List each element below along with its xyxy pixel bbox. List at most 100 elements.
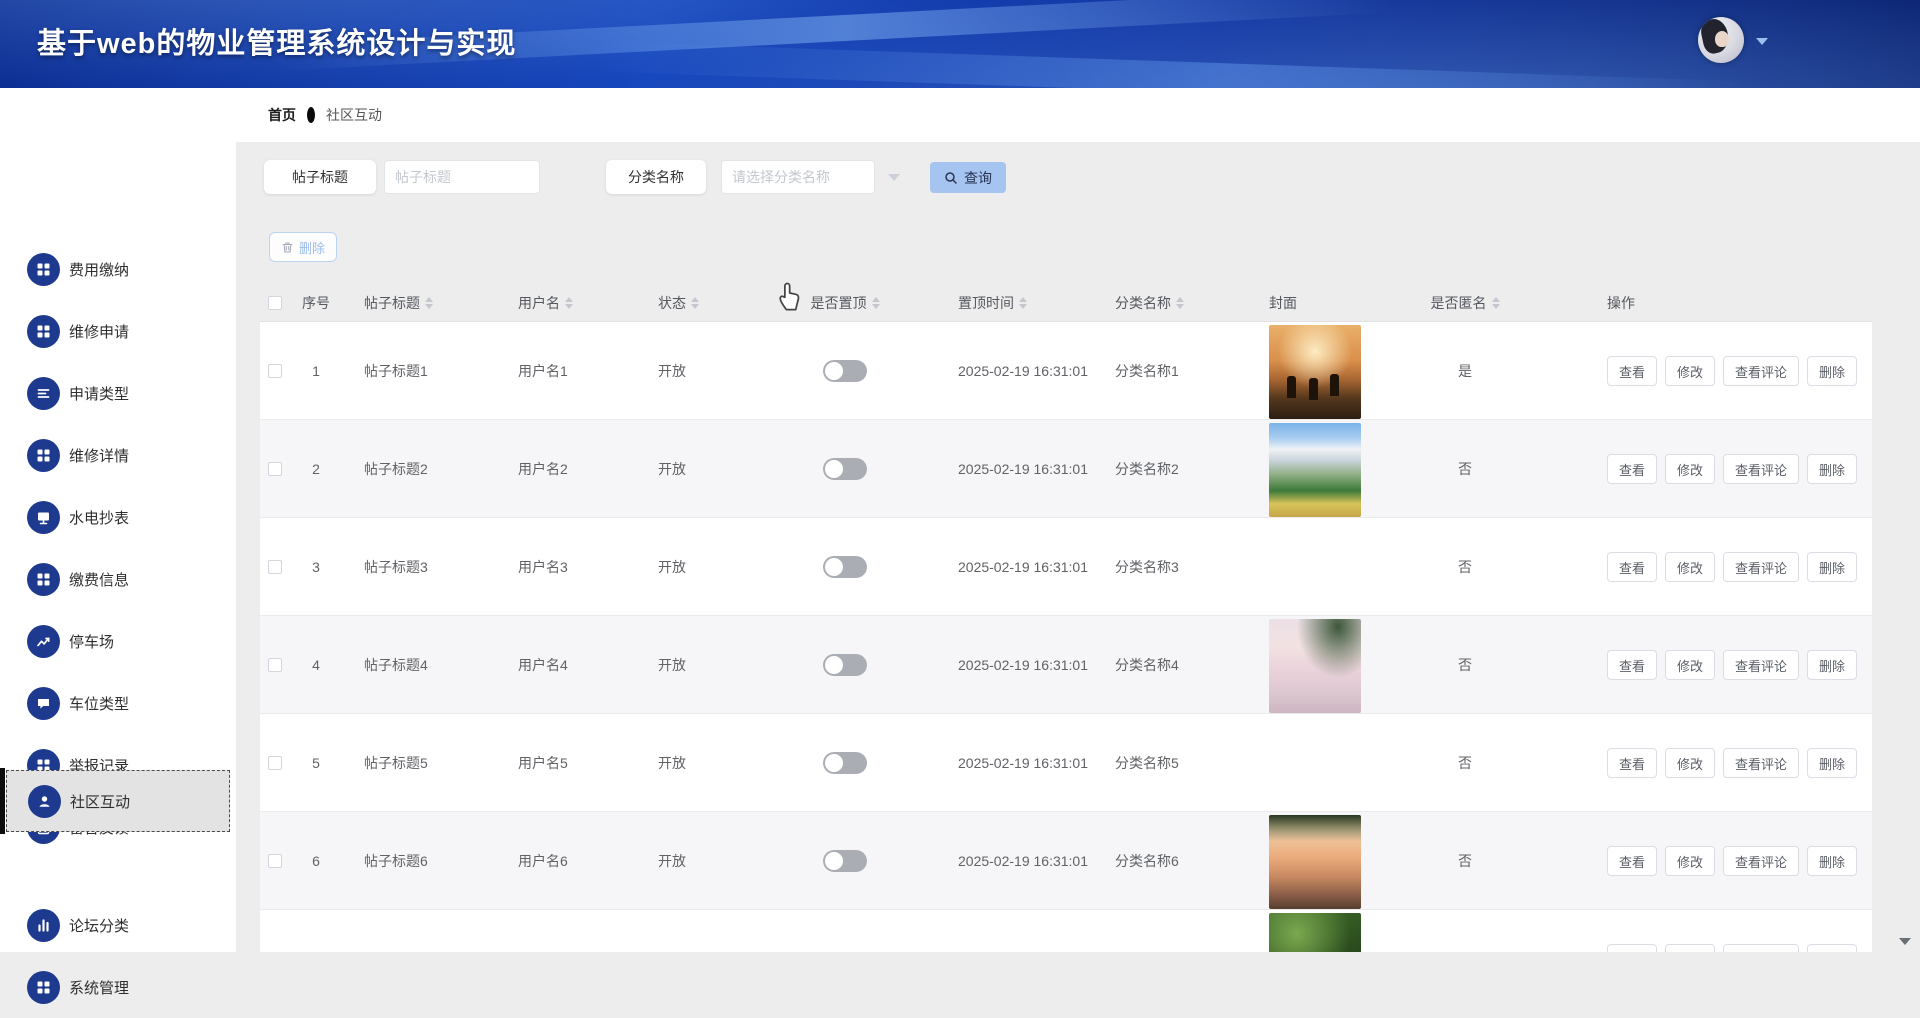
column-header-cover: 封面 — [1269, 284, 1365, 322]
post-title-filter-label: 帖子标题 — [264, 160, 376, 194]
view-comments-button[interactable]: 查看评论 — [1723, 356, 1799, 386]
pin-toggle[interactable] — [823, 752, 867, 774]
post-title: 帖子标题4 — [364, 616, 514, 714]
sidebar-item-payment-info[interactable]: 缴费信息 — [0, 548, 236, 610]
table-row: 3 帖子标题3 用户名3 开放 2025-02-19 16:31:01 分类名称… — [260, 518, 1872, 616]
view-comments-button[interactable]: 查看评论 — [1723, 552, 1799, 582]
sort-icon[interactable] — [565, 297, 573, 309]
sidebar-item-label: 维修申请 — [69, 321, 129, 342]
chevron-down-icon[interactable] — [1756, 38, 1768, 45]
column-header-user[interactable]: 用户名 — [518, 284, 648, 322]
pin-toggle[interactable] — [823, 360, 867, 382]
sidebar-item-repair-apply[interactable]: 维修申请 — [0, 300, 236, 362]
edit-button[interactable]: 修改 — [1665, 944, 1715, 952]
breadcrumb-home[interactable]: 首页 — [268, 105, 296, 125]
view-button[interactable]: 查看 — [1607, 650, 1657, 680]
search-icon — [944, 171, 958, 185]
view-button[interactable]: 查看 — [1607, 846, 1657, 876]
delete-button[interactable]: 删除 — [1807, 552, 1857, 582]
sort-icon[interactable] — [872, 297, 880, 309]
user-icon — [28, 785, 61, 818]
pin-time: 2025-02-19 16:31:01 — [958, 518, 1128, 616]
category-select[interactable]: 请选择分类名称 — [721, 160, 875, 194]
row-checkbox[interactable] — [268, 560, 282, 574]
grid-icon — [27, 315, 60, 348]
edit-button[interactable]: 修改 — [1665, 552, 1715, 582]
trend-icon — [27, 625, 60, 658]
view-button[interactable]: 查看 — [1607, 748, 1657, 778]
sidebar-item-parking-lot[interactable]: 停车场 — [0, 610, 236, 672]
delete-button[interactable]: 删除 — [1807, 748, 1857, 778]
sort-icon[interactable] — [691, 297, 699, 309]
select-all-checkbox[interactable] — [268, 296, 282, 310]
row-checkbox[interactable] — [268, 462, 282, 476]
edit-button[interactable]: 修改 — [1665, 650, 1715, 680]
edit-button[interactable]: 修改 — [1665, 846, 1715, 876]
column-header-anonymous[interactable]: 是否匿名 — [1420, 284, 1510, 322]
column-header-category[interactable]: 分类名称 — [1115, 284, 1255, 322]
pin-toggle[interactable] — [823, 654, 867, 676]
column-header-title[interactable]: 帖子标题 — [364, 284, 514, 322]
grid-icon — [27, 971, 60, 1004]
user-name: 用户名1 — [518, 322, 648, 420]
category-name: 分类名称1 — [1115, 322, 1255, 420]
table-row: 4 帖子标题4 用户名4 开放 2025-02-19 16:31:01 分类名称… — [260, 616, 1872, 714]
view-button[interactable]: 查看 — [1607, 356, 1657, 386]
delete-button[interactable]: 删除 — [1807, 944, 1857, 952]
view-button[interactable]: 查看 — [1607, 944, 1657, 952]
edit-button[interactable]: 修改 — [1665, 356, 1715, 386]
query-button[interactable]: 查询 — [930, 162, 1006, 193]
category-name: 分类名称3 — [1115, 518, 1255, 616]
sidebar-item-repair-detail[interactable]: 维修详情 — [0, 424, 236, 486]
trash-icon — [281, 241, 294, 254]
row-checkbox[interactable] — [268, 756, 282, 770]
sidebar-item-meter-reading[interactable]: 水电抄表 — [0, 486, 236, 548]
category-name: 分类名称5 — [1115, 714, 1255, 812]
delete-button[interactable]: 删除 — [1807, 454, 1857, 484]
sort-icon[interactable] — [1019, 297, 1027, 309]
delete-button[interactable]: 删除 — [1807, 356, 1857, 386]
view-comments-button[interactable]: 查看评论 — [1723, 454, 1799, 484]
sort-icon[interactable] — [425, 297, 433, 309]
chevron-down-icon[interactable] — [888, 174, 900, 181]
edit-button[interactable]: 修改 — [1665, 748, 1715, 778]
view-comments-button[interactable]: 查看评论 — [1723, 944, 1799, 952]
row-checkbox[interactable] — [268, 658, 282, 672]
view-comments-button[interactable]: 查看评论 — [1723, 650, 1799, 680]
avatar[interactable] — [1698, 17, 1744, 63]
sidebar-item-system-management[interactable]: 系统管理 — [0, 956, 236, 1018]
sidebar-item-apply-type[interactable]: 申请类型 — [0, 362, 236, 424]
sort-icon[interactable] — [1492, 297, 1500, 309]
posts-table: 序号 帖子标题 用户名 状态 是否置顶 置顶时间 分类名称 封面 是否匿名 操作… — [260, 284, 1872, 952]
view-button[interactable]: 查看 — [1607, 552, 1657, 582]
pin-toggle[interactable] — [823, 556, 867, 578]
sidebar-item-label: 论坛分类 — [69, 915, 129, 936]
sidebar-item-fee-payment[interactable]: 费用缴纳 — [0, 238, 236, 300]
view-comments-button[interactable]: 查看评论 — [1723, 748, 1799, 778]
row-checkbox[interactable] — [268, 854, 282, 868]
column-header-status[interactable]: 状态 — [658, 284, 768, 322]
sidebar-item-community-interaction[interactable]: 社区互动 — [6, 770, 230, 832]
view-comments-button[interactable]: 查看评论 — [1723, 846, 1799, 876]
delete-button[interactable]: 删除 — [1807, 846, 1857, 876]
delete-button[interactable]: 删除 — [1807, 650, 1857, 680]
column-header-pinned[interactable]: 是否置顶 — [790, 284, 900, 322]
sidebar-item-label: 费用缴纳 — [69, 259, 129, 280]
sidebar-item-parking-type[interactable]: 车位类型 — [0, 672, 236, 734]
sort-icon[interactable] — [1176, 297, 1184, 309]
anonymous-flag: 是 — [1420, 322, 1510, 420]
row-index: 5 — [296, 714, 336, 812]
batch-delete-button[interactable]: 删除 — [269, 232, 337, 262]
post-title: 帖子标题2 — [364, 420, 514, 518]
cover-image — [1269, 815, 1361, 909]
view-button[interactable]: 查看 — [1607, 454, 1657, 484]
edit-button[interactable]: 修改 — [1665, 454, 1715, 484]
row-checkbox[interactable] — [268, 364, 282, 378]
post-title-input[interactable] — [384, 160, 540, 194]
sidebar-item-forum-category[interactable]: 论坛分类 — [0, 894, 236, 956]
pin-toggle[interactable] — [823, 850, 867, 872]
category-filter-label: 分类名称 — [606, 160, 706, 194]
sidebar-item-label: 申请类型 — [69, 383, 129, 404]
pin-toggle[interactable] — [823, 458, 867, 480]
column-header-pin-time[interactable]: 置顶时间 — [958, 284, 1128, 322]
